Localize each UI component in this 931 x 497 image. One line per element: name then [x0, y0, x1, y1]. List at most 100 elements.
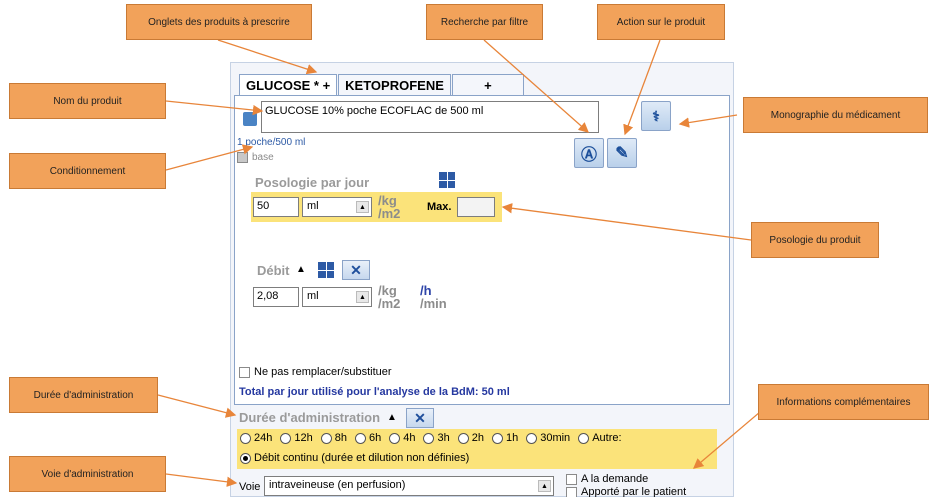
- duree-option[interactable]: Autre:: [578, 432, 622, 444]
- radio-icon: [240, 432, 251, 444]
- duree-options: 24h 12h 8h 6h 4h 3h 2h 1h 30min Autre:: [240, 432, 622, 444]
- a-la-demande-label: A la demande: [581, 473, 649, 485]
- posologie-title: Posologie par jour: [255, 175, 370, 190]
- tab-add[interactable]: +: [451, 74, 524, 96]
- radio-icon: [491, 432, 503, 444]
- duree-option-label: 4h: [403, 432, 416, 444]
- close-icon: ✕: [414, 409, 426, 426]
- tab-glucose[interactable]: GLUCOSE * +: [239, 74, 338, 96]
- posologie-value-input[interactable]: 50: [253, 197, 299, 217]
- caduceus-icon: ⚕: [652, 107, 660, 124]
- voie-label: Voie: [239, 481, 261, 493]
- close-icon: ✕: [350, 261, 362, 278]
- conditionnement-text: 1 poche/500 ml: [237, 137, 306, 148]
- apporte-checkbox[interactable]: [566, 486, 577, 497]
- duree-option[interactable]: 30min: [526, 432, 570, 444]
- monograph-button[interactable]: ⚕: [641, 101, 671, 131]
- product-type-icon: [243, 112, 257, 126]
- filter-search-button[interactable]: Ⓐ: [574, 138, 604, 168]
- dropdown-arrow-icon: ▲: [356, 291, 369, 303]
- radio-icon: [578, 432, 590, 444]
- duree-option-label: Autre:: [592, 432, 622, 444]
- product-tabs: GLUCOSE * + KETOPROFENE +: [239, 74, 525, 96]
- substitution-label: Ne pas remplacer/substituer: [254, 366, 392, 378]
- base-checkbox[interactable]: [237, 152, 248, 163]
- voie-select[interactable]: intraveineuse (en perfusion) ▲: [264, 476, 554, 496]
- callout-onglets: Onglets des produits à prescrire: [126, 4, 312, 40]
- duree-sort-icon[interactable]: ▲: [387, 412, 397, 423]
- callout-recherche: Recherche par filtre: [426, 4, 543, 40]
- radio-icon: [389, 432, 401, 444]
- duree-option-label: 1h: [505, 432, 519, 444]
- search-filter-icon: Ⓐ: [580, 147, 597, 164]
- voie-value: intraveineuse (en perfusion): [269, 479, 406, 491]
- apporte-label: Apporté par le patient: [581, 486, 687, 497]
- duree-option[interactable]: 12h: [280, 432, 313, 444]
- radio-icon: [280, 432, 292, 444]
- callout-duree: Durée d'administration: [9, 377, 158, 413]
- dropdown-arrow-icon: ▲: [356, 201, 369, 213]
- radio-icon: [240, 452, 251, 464]
- stage: GLUCOSE * + KETOPROFENE + GLUCOSE 10% po…: [0, 0, 931, 497]
- radio-icon: [320, 432, 332, 444]
- radio-icon: [457, 432, 469, 444]
- base-checkbox-row: base: [237, 152, 274, 163]
- max-input[interactable]: [457, 197, 495, 217]
- debit-continu-option[interactable]: Débit continu (durée et dilution non déf…: [240, 452, 469, 464]
- callout-monographie: Monographie du médicament: [743, 97, 928, 133]
- a-la-demande-row: A la demande: [566, 473, 648, 485]
- debit-continu-label: Débit continu (durée et dilution non déf…: [254, 452, 470, 464]
- calculator-icon[interactable]: [439, 172, 455, 188]
- duree-option[interactable]: 4h: [389, 432, 415, 444]
- product-name-field[interactable]: GLUCOSE 10% poche ECOFLAC de 500 ml: [261, 101, 599, 133]
- duree-option[interactable]: 24h: [240, 432, 272, 444]
- duree-option-label: 6h: [368, 432, 382, 444]
- dropdown-arrow-icon: ▲: [538, 480, 551, 492]
- duree-option-label: 12h: [294, 432, 313, 444]
- substitution-checkbox[interactable]: [239, 366, 250, 378]
- substitution-row: Ne pas remplacer/substituer: [239, 366, 392, 378]
- posologie-per-m2: /m2: [378, 206, 401, 221]
- posologie-unit-select[interactable]: ml ▲: [302, 197, 372, 217]
- duree-option-label: 3h: [437, 432, 450, 444]
- posologie-unit-value: ml: [307, 200, 319, 212]
- duree-option-label: 30min: [540, 432, 571, 444]
- radio-icon: [423, 432, 435, 444]
- duree-title: Durée d'administration: [239, 410, 381, 425]
- clear-debit-button[interactable]: ✕: [342, 260, 370, 280]
- duree-option-label: 2h: [471, 432, 484, 444]
- debit-value-input[interactable]: 2,08: [253, 287, 299, 307]
- calculator-icon[interactable]: [318, 262, 334, 278]
- duree-option[interactable]: 1h: [491, 432, 519, 444]
- debit-sort-icon[interactable]: ▲: [296, 264, 306, 275]
- callout-voie: Voie d'administration: [9, 456, 166, 492]
- radio-icon: [354, 432, 366, 444]
- duree-option[interactable]: 6h: [354, 432, 382, 444]
- total-text: Total par jour utilisé pour l'analyse de…: [239, 386, 510, 398]
- apporte-row: Apporté par le patient: [566, 486, 686, 497]
- duree-option-label: 24h: [254, 432, 273, 444]
- base-label: base: [252, 152, 274, 163]
- pencil-icon: ✎: [615, 145, 629, 162]
- debit-unit-value: ml: [307, 290, 319, 302]
- debit-title: Débit: [257, 263, 290, 278]
- callout-nom: Nom du produit: [9, 83, 166, 119]
- duree-option[interactable]: 2h: [457, 432, 484, 444]
- product-panel: [234, 95, 730, 405]
- max-label: Max.: [427, 201, 452, 213]
- callout-infos: Informations complémentaires: [758, 384, 929, 420]
- radio-icon: [526, 432, 538, 444]
- callout-posologie: Posologie du produit: [751, 222, 879, 258]
- callout-action: Action sur le produit: [597, 4, 725, 40]
- debit-continu-row: Débit continu (durée et dilution non déf…: [240, 452, 469, 464]
- debit-unit-select[interactable]: ml ▲: [302, 287, 372, 307]
- duree-option[interactable]: 8h: [320, 432, 347, 444]
- tab-ketoprofene[interactable]: KETOPROFENE: [338, 74, 451, 96]
- debit-per-min: /min: [420, 296, 447, 311]
- clear-duree-button[interactable]: ✕: [406, 408, 434, 428]
- edit-product-button[interactable]: ✎: [607, 138, 637, 168]
- duree-option[interactable]: 3h: [423, 432, 450, 444]
- duree-option-label: 8h: [334, 432, 347, 444]
- callout-conditionnement: Conditionnement: [9, 153, 166, 189]
- a-la-demande-checkbox[interactable]: [566, 473, 577, 485]
